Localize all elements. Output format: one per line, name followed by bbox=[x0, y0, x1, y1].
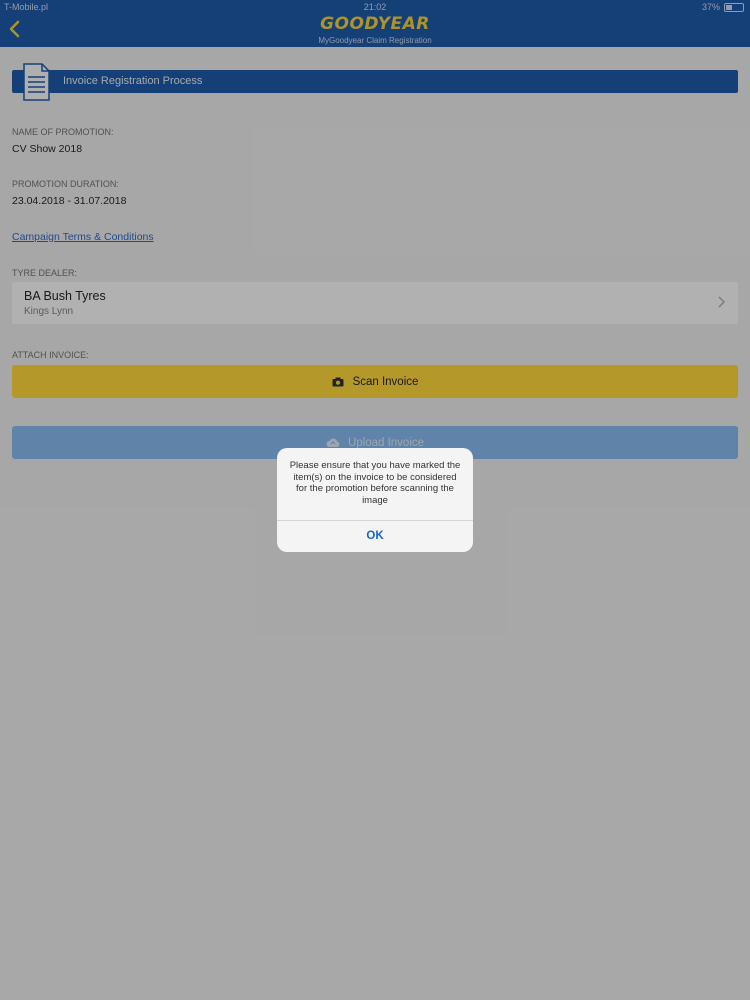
alert-message: Please ensure that you have marked the i… bbox=[289, 460, 461, 506]
alert-ok-button[interactable]: OK bbox=[277, 521, 473, 552]
alert-dialog: Please ensure that you have marked the i… bbox=[277, 448, 473, 552]
